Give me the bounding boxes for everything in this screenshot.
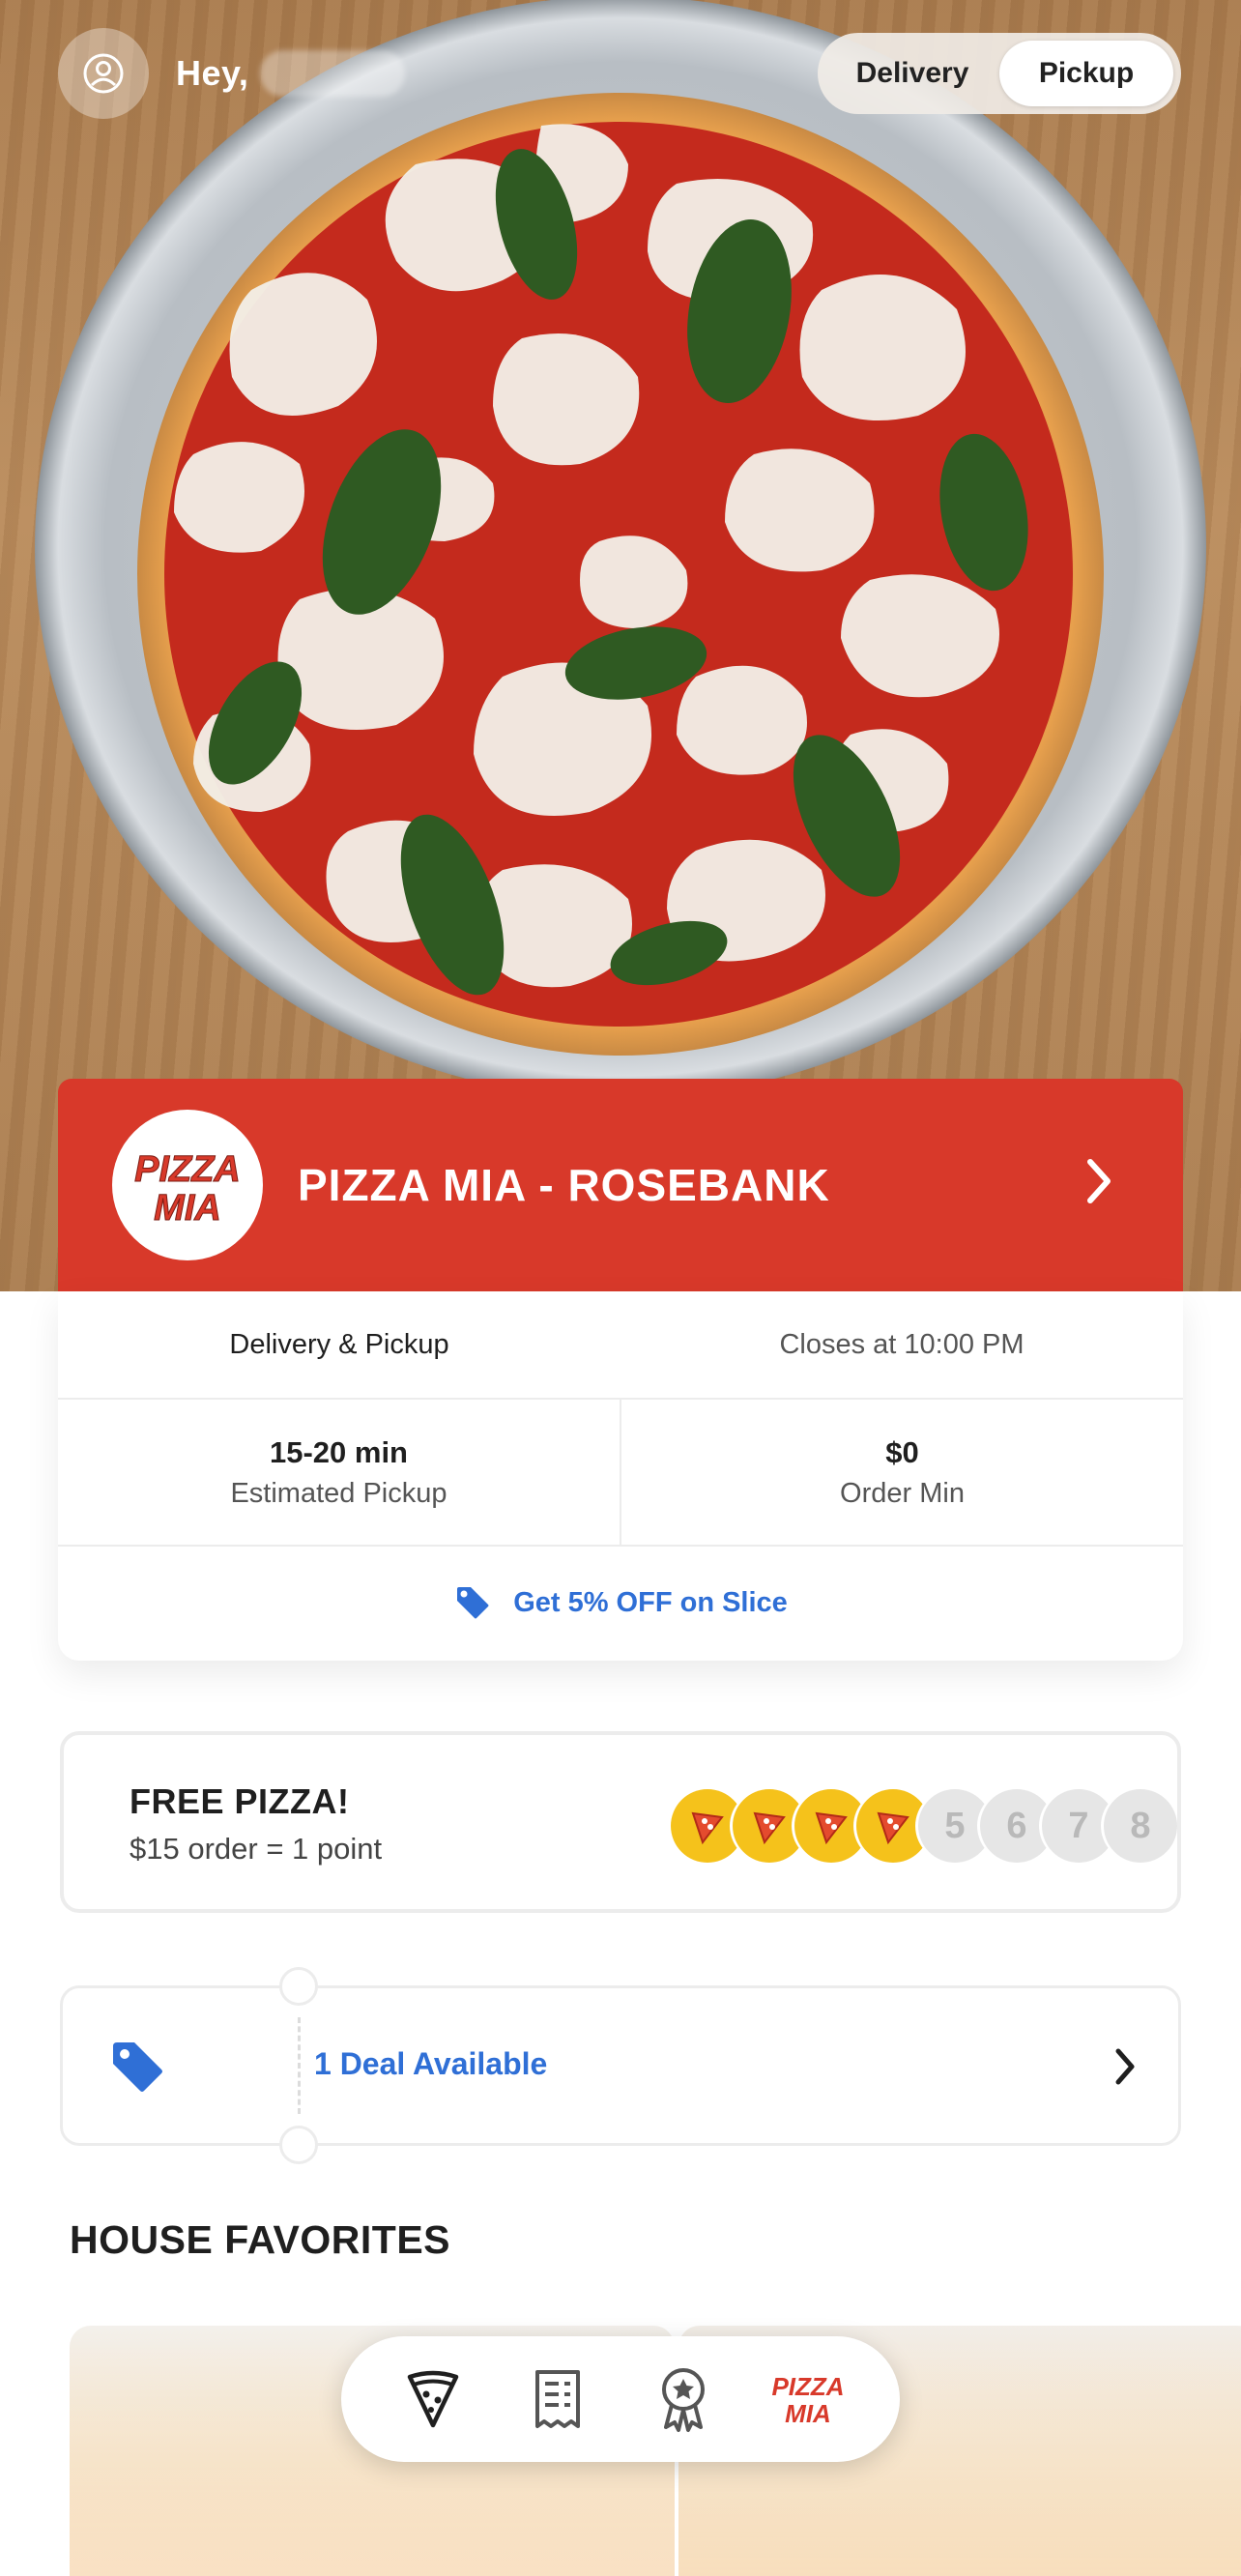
ticket-notch <box>279 1967 318 2006</box>
delivery-pickup-toggle[interactable]: Delivery Pickup <box>818 33 1181 114</box>
ticket-divider <box>298 2017 301 2114</box>
logo-line-2: MIA <box>154 1188 221 1229</box>
order-min-value: $0 <box>885 1434 919 1469</box>
pizza-mia-logo: PIZZA MIA <box>112 1110 263 1260</box>
section-title-house-favorites: HOUSE FAVORITES <box>70 2217 451 2262</box>
tag-icon <box>457 1587 489 1619</box>
pizza-mia-logo: PIZZA MIA <box>772 2372 845 2428</box>
punch-empty-8: 8 <box>1104 1789 1177 1863</box>
promo-link[interactable]: Get 5% OFF on Slice <box>58 1547 1183 1659</box>
bottom-nav: PIZZA MIA <box>341 2336 900 2462</box>
nav-menu[interactable] <box>385 2351 481 2447</box>
service-hours-row: Delivery & Pickup Closes at 10:00 PM <box>58 1291 1183 1400</box>
estimate-value: 15-20 min <box>269 1434 408 1469</box>
user-circle-icon[interactable] <box>58 28 149 119</box>
store-name: PIZZA MIA - ROSEBANK <box>298 1160 830 1210</box>
order-min-label: Order Min <box>840 1477 965 1509</box>
pizza-slice-icon <box>877 1811 909 1845</box>
tag-icon <box>113 2042 162 2092</box>
nav-orders[interactable] <box>509 2351 606 2447</box>
award-icon <box>661 2368 705 2432</box>
loyalty-subtitle: $15 order = 1 point <box>130 1832 383 1866</box>
store-banner[interactable]: PIZZA MIA PIZZA MIA - ROSEBANK <box>58 1079 1183 1291</box>
greeting-area: Hey, <box>58 28 406 119</box>
nav-rewards[interactable] <box>635 2351 732 2447</box>
estimate-label: Estimated Pickup <box>230 1477 447 1509</box>
chevron-right-icon[interactable] <box>1111 2042 1140 2091</box>
chevron-right-icon[interactable] <box>1082 1152 1117 1210</box>
pickup-option[interactable]: Pickup <box>999 41 1173 106</box>
username-redacted <box>260 50 406 97</box>
pizza-slice-icon <box>753 1811 786 1845</box>
service-type: Delivery & Pickup <box>229 1328 449 1360</box>
closing-time: Closes at 10:00 PM <box>779 1328 1025 1360</box>
order-minimum: $0 Order Min <box>620 1400 1183 1545</box>
stats-row: 15-20 min Estimated Pickup $0 Order Min <box>58 1400 1183 1547</box>
greeting-text: Hey, <box>176 53 249 93</box>
pickup-estimate: 15-20 min Estimated Pickup <box>58 1400 620 1545</box>
logo-line-1: PIZZA <box>134 1149 241 1190</box>
promo-text: Get 5% OFF on Slice <box>513 1586 788 1618</box>
nav-brand[interactable]: PIZZA MIA <box>760 2351 856 2447</box>
deal-card[interactable]: 1 Deal Available <box>60 1967 1181 2164</box>
deal-label: 1 Deal Available <box>314 2046 548 2081</box>
loyalty-card[interactable]: FREE PIZZA! $15 order = 1 point 5 6 7 8 <box>60 1731 1181 1913</box>
loyalty-title: FREE PIZZA! <box>130 1781 350 1821</box>
delivery-option[interactable]: Delivery <box>825 41 999 106</box>
nav-logo-line-1: PIZZA <box>772 2372 845 2401</box>
pizza-slice-icon <box>691 1811 724 1845</box>
nav-logo-line-2: MIA <box>785 2399 831 2428</box>
ticket-notch <box>279 2126 318 2164</box>
pizza-slice-icon <box>407 2370 458 2428</box>
receipt-icon <box>535 2370 581 2428</box>
store-info-card: Delivery & Pickup Closes at 10:00 PM 15-… <box>58 1291 1183 1661</box>
pizza-slice-icon <box>815 1811 848 1845</box>
